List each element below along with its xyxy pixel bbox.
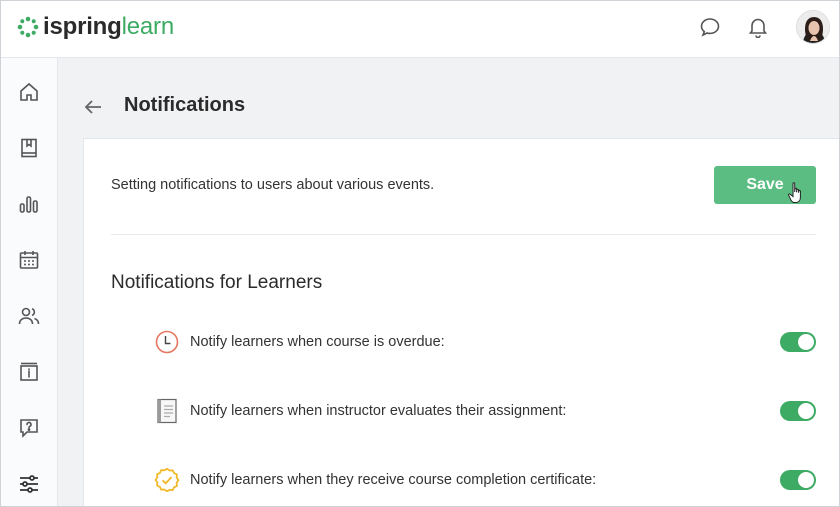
book-icon — [21, 138, 37, 158]
back-arrow-icon[interactable] — [82, 96, 104, 118]
help-icon — [20, 419, 38, 438]
divider — [111, 234, 816, 235]
sidebar-item-help[interactable] — [1, 406, 57, 450]
sidebar-item-calendar[interactable] — [1, 238, 57, 282]
app-window: ispringlearn Notifications Setting notif… — [0, 0, 840, 507]
sidebar-item-reports[interactable] — [1, 182, 57, 226]
clock-icon — [154, 329, 180, 355]
sidebar — [1, 58, 58, 506]
page-description: Setting notifications to users about var… — [111, 177, 435, 193]
notification-row: Notify learners when course is overdue: — [154, 328, 816, 356]
certificate-check-icon — [154, 467, 180, 493]
notification-toggle[interactable] — [780, 470, 816, 490]
sidebar-item-settings[interactable] — [1, 462, 57, 506]
user-avatar[interactable] — [796, 10, 830, 44]
main-content: Notifications Setting notifications to u… — [58, 58, 839, 506]
logo-text: ispringlearn — [43, 13, 174, 40]
notification-label: Notify learners when instructor evaluate… — [190, 403, 567, 419]
calendar-icon — [19, 251, 39, 269]
notification-label: Notify learners when they receive course… — [190, 472, 597, 488]
chart-icon — [19, 196, 38, 213]
notification-toggle[interactable] — [780, 401, 816, 421]
sidebar-item-users[interactable] — [1, 294, 57, 338]
notebook-icon — [154, 398, 180, 424]
notification-toggle[interactable] — [780, 332, 816, 352]
catalog-icon — [20, 362, 38, 381]
sidebar-item-home[interactable] — [1, 70, 57, 114]
notification-label: Notify learners when course is overdue: — [190, 334, 445, 350]
chat-icon[interactable] — [698, 15, 722, 39]
bell-icon[interactable] — [746, 15, 770, 39]
settings-card: Setting notifications to users about var… — [83, 138, 839, 506]
ispring-logo[interactable]: ispringlearn — [17, 13, 174, 41]
users-icon — [18, 307, 40, 325]
ispring-logo-icon — [17, 16, 39, 38]
home-icon — [20, 82, 38, 101]
settings-icon — [20, 475, 38, 493]
sidebar-item-courses[interactable] — [1, 126, 57, 170]
sidebar-item-catalog[interactable] — [1, 350, 57, 394]
notification-row: Notify learners when instructor evaluate… — [154, 397, 816, 425]
top-bar: ispringlearn — [1, 1, 839, 58]
save-button[interactable]: Save — [714, 166, 816, 204]
notification-row: Notify learners when they receive course… — [154, 466, 816, 494]
page-title: Notifications — [124, 94, 246, 116]
section-title: Notifications for Learners — [111, 272, 323, 293]
